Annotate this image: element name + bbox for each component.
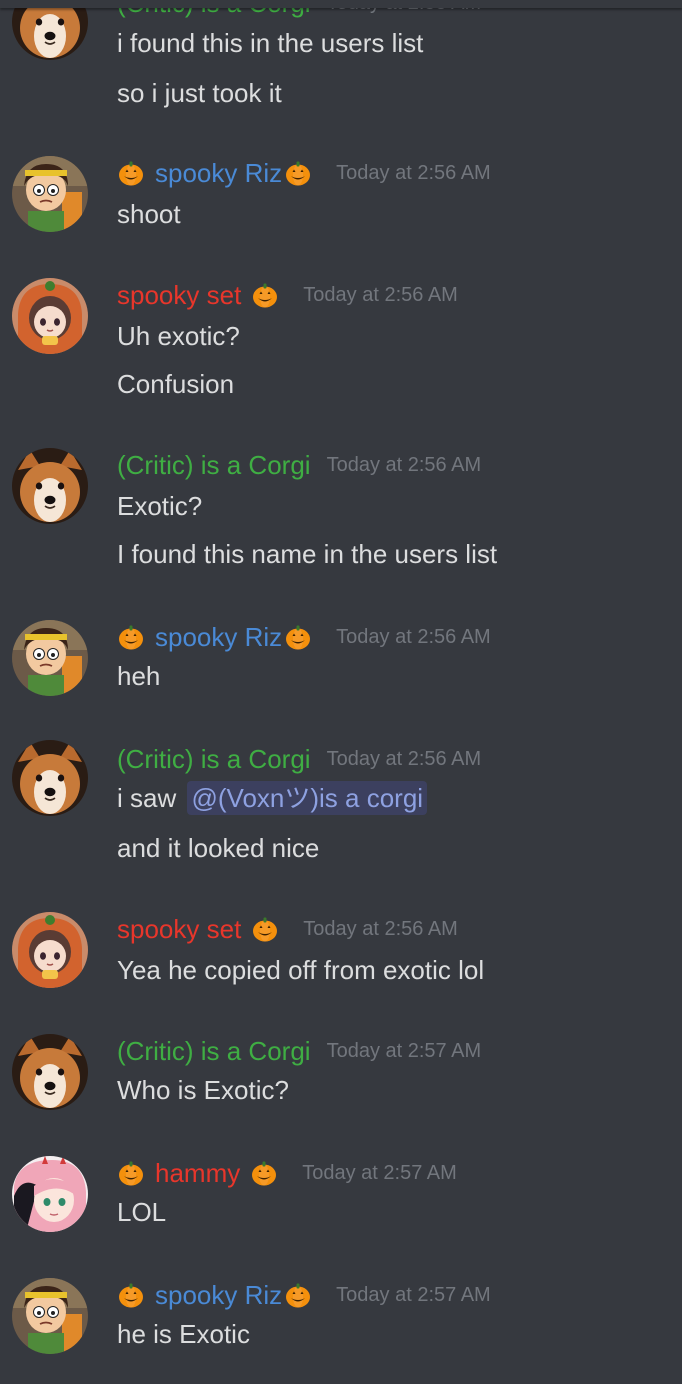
message-header: spooky set Today at 2:56 AM bbox=[117, 278, 458, 312]
pink-hair-girl-avatar[interactable] bbox=[12, 1156, 88, 1232]
timestamp: Today at 2:57 AM bbox=[336, 1284, 491, 1306]
message-text: he is Exotic bbox=[117, 1319, 250, 1349]
timestamp: Today at 2:56 AM bbox=[303, 284, 458, 306]
pumpkin-icon bbox=[284, 623, 312, 651]
pumpkin-icon bbox=[117, 623, 145, 651]
author-name[interactable]: (Critic) is a Corgi bbox=[117, 448, 311, 482]
message-header: (Critic) is a Corgi Today at 2:56 AM bbox=[117, 448, 481, 482]
message-text: and it looked nice bbox=[117, 833, 320, 863]
message-text: Who is Exotic? bbox=[117, 1075, 289, 1105]
pumpkin-icon bbox=[284, 159, 312, 187]
user-mention[interactable]: @(Voxnツ)is a corgi bbox=[187, 781, 428, 815]
corgi-avatar[interactable] bbox=[12, 1034, 88, 1110]
message-text: i found this in the users list bbox=[117, 28, 424, 58]
pumpkin-icon bbox=[117, 159, 145, 187]
author-name[interactable]: spooky Riz bbox=[155, 1278, 282, 1312]
timestamp: Today at 2:57 AM bbox=[326, 1040, 482, 1062]
cartoon-boy-avatar[interactable] bbox=[12, 620, 88, 696]
message-text: Uh exotic? bbox=[117, 321, 240, 351]
message-header: spooky Riz Today at 2:57 AM bbox=[117, 1278, 491, 1312]
timestamp: Today at 2:56 AM bbox=[303, 918, 458, 940]
author-name[interactable]: spooky Riz bbox=[155, 620, 282, 654]
message-header: (Critic) is a Corgi Today at 2:57 AM bbox=[117, 1034, 481, 1068]
message-text: heh bbox=[117, 661, 161, 691]
timestamp: Today at 2:56 AM bbox=[326, 748, 482, 770]
timestamp: Today at 2:56 AM bbox=[326, 454, 482, 476]
message-text-prefix: i saw bbox=[117, 783, 177, 813]
pumpkin-icon bbox=[284, 1281, 312, 1309]
pumpkin-icon bbox=[251, 915, 279, 943]
author-name[interactable]: hammy bbox=[155, 1156, 240, 1190]
message-text: Confusion bbox=[117, 369, 235, 399]
message-text: Yea he copied off from exotic lol bbox=[117, 955, 485, 985]
author-name[interactable]: (Critic) is a Corgi bbox=[117, 1034, 311, 1068]
message-text: LOL bbox=[117, 1197, 167, 1227]
author-name[interactable]: spooky set bbox=[117, 278, 241, 312]
message-text: i saw @(Voxnツ)is a corgi bbox=[117, 781, 428, 815]
pumpkin-icon bbox=[117, 1281, 145, 1309]
cartoon-boy-avatar[interactable] bbox=[12, 156, 88, 232]
pumpkin-icon bbox=[251, 281, 279, 309]
anime-girl-hood-avatar[interactable] bbox=[12, 278, 88, 354]
cartoon-boy-avatar[interactable] bbox=[12, 1278, 88, 1354]
corgi-avatar[interactable] bbox=[12, 740, 88, 816]
author-name[interactable]: spooky Riz bbox=[155, 156, 282, 190]
message-header: (Critic) is a Corgi Today at 2:56 AM bbox=[117, 742, 481, 776]
corgi-avatar[interactable] bbox=[12, 448, 88, 524]
timestamp: Today at 2:56 AM bbox=[336, 626, 491, 648]
corgi-avatar[interactable] bbox=[12, 0, 88, 60]
anime-girl-hood-avatar[interactable] bbox=[12, 912, 88, 988]
message-text: Exotic? bbox=[117, 491, 203, 521]
timestamp: Today at 2:56 AM bbox=[336, 162, 491, 184]
message-header: spooky set Today at 2:56 AM bbox=[117, 912, 458, 946]
message-text: I found this name in the users list bbox=[117, 539, 498, 569]
message-text: so i just took it bbox=[117, 78, 282, 108]
author-name[interactable]: (Critic) is a Corgi bbox=[117, 742, 311, 776]
timestamp: Today at 2:57 AM bbox=[302, 1162, 457, 1184]
message-text: shoot bbox=[117, 199, 181, 229]
message-header: spooky Riz Today at 2:56 AM bbox=[117, 156, 491, 190]
message-header: hammy Today at 2:57 AM bbox=[117, 1156, 457, 1190]
pumpkin-icon bbox=[117, 1159, 145, 1187]
message-header: spooky Riz Today at 2:56 AM bbox=[117, 620, 491, 654]
chat-top-edge bbox=[0, 0, 682, 8]
pumpkin-icon bbox=[250, 1159, 278, 1187]
author-name[interactable]: spooky set bbox=[117, 912, 241, 946]
